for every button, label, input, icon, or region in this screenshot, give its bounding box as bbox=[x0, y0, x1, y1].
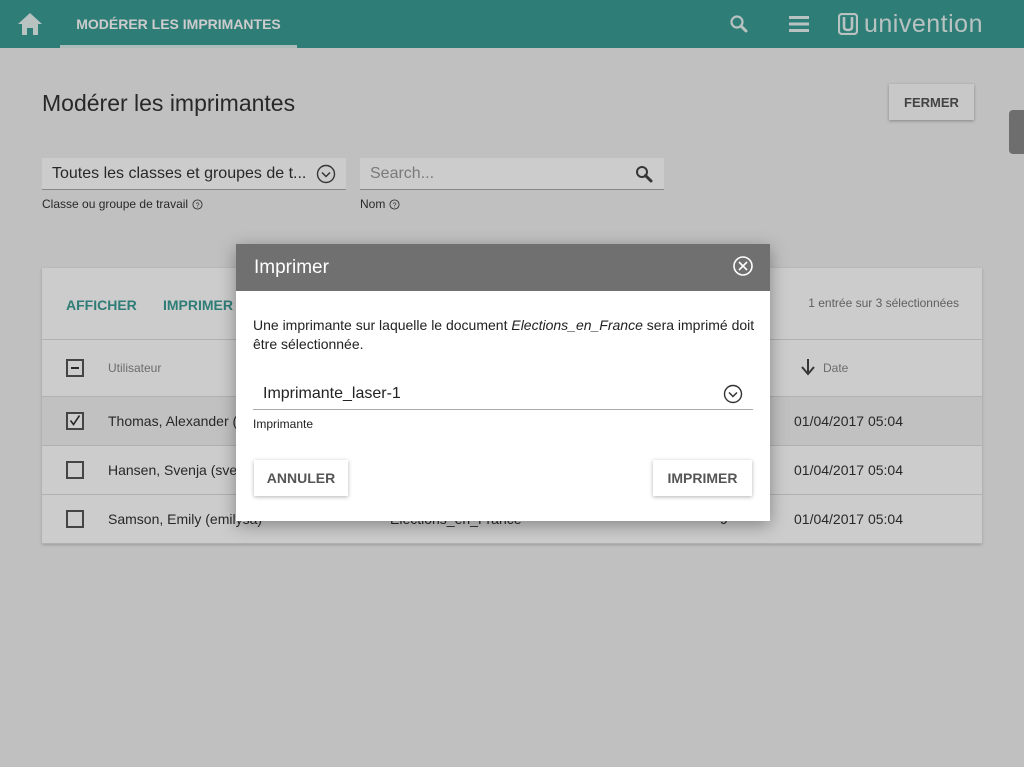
chevron-down-icon bbox=[723, 384, 743, 404]
printer-select[interactable]: Imprimante_laser-1 bbox=[253, 378, 753, 410]
document-name: Elections_en_France bbox=[511, 317, 643, 333]
print-button[interactable]: IMPRIMER bbox=[653, 460, 752, 496]
cancel-button[interactable]: ANNULER bbox=[254, 460, 348, 496]
printer-select-value: Imprimante_laser-1 bbox=[263, 385, 401, 402]
dialog-message: Une imprimante sur laquelle le document … bbox=[253, 317, 755, 352]
print-dialog: Imprimer Une imprimante sur laquelle le … bbox=[236, 244, 770, 521]
dialog-title: Imprimer bbox=[254, 257, 329, 278]
dialog-header: Imprimer bbox=[236, 244, 770, 291]
printer-select-label: Imprimante bbox=[253, 417, 314, 431]
close-icon[interactable] bbox=[732, 255, 754, 277]
